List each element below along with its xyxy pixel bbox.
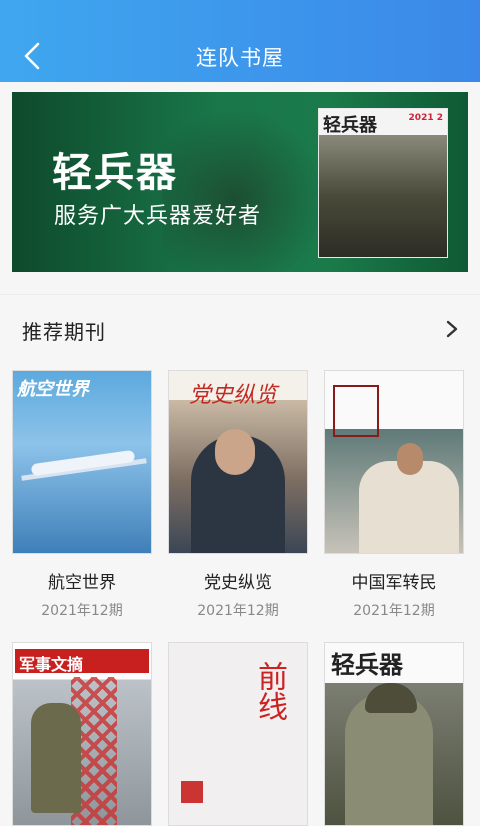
magazine-cover: 军事文摘 <box>12 642 152 826</box>
section-more-button[interactable] <box>442 318 462 340</box>
magazine-name: 党史纵览 <box>204 573 272 593</box>
magazine-cover: 党史纵览 <box>168 370 308 554</box>
magazine-issue: 2021年12期 <box>41 603 123 619</box>
magazine-cover: 前线 <box>168 642 308 826</box>
page-title: 连队书屋 <box>196 46 284 70</box>
banner-subtitle: 服务广大兵器爱好者 <box>54 204 262 229</box>
banner-magazine-cover: 轻兵器 2021 2 <box>318 108 448 258</box>
magazine-cover <box>324 370 464 554</box>
cover-logo: 前线 <box>252 661 287 721</box>
banner-background-image <box>162 92 342 272</box>
banner-title: 轻兵器 <box>52 150 178 196</box>
banner-magazine-issue: 2021 2 <box>408 113 443 123</box>
cover-art <box>365 683 417 713</box>
cover-art <box>397 443 423 475</box>
banner-magazine-title: 轻兵器 <box>323 115 377 136</box>
cover-art <box>30 449 136 477</box>
cover-logo-band: 军事文摘 <box>15 649 149 674</box>
magazine-cover: 轻兵器 <box>324 642 464 826</box>
cover-art <box>215 429 255 475</box>
banner-magazine-photo <box>319 135 447 257</box>
cover-logo: 轻兵器 <box>331 651 403 679</box>
magazine-name: 中国军转民 <box>351 573 437 593</box>
chevron-right-icon <box>446 320 458 338</box>
divider <box>0 294 480 295</box>
cover-logo: 军事文摘 <box>19 655 84 674</box>
magazine-name: 航空世界 <box>48 573 116 593</box>
cover-art <box>31 703 81 813</box>
cover-logo: 航空世界 <box>17 379 89 400</box>
cover-logo: 党史纵览 <box>189 383 278 408</box>
magazine-issue: 2021年12期 <box>353 603 435 619</box>
cover-logo <box>333 385 379 437</box>
section-title: 推荐期刊 <box>22 320 106 344</box>
promo-banner[interactable]: 轻兵器 服务广大兵器爱好者 轻兵器 2021 2 <box>12 92 468 272</box>
magazine-issue: 2021年12期 <box>197 603 279 619</box>
app-header: 连队书屋 <box>0 0 480 82</box>
magazine-cover: 航空世界 <box>12 370 152 554</box>
banner-magazine-masthead: 轻兵器 2021 2 <box>319 109 447 136</box>
